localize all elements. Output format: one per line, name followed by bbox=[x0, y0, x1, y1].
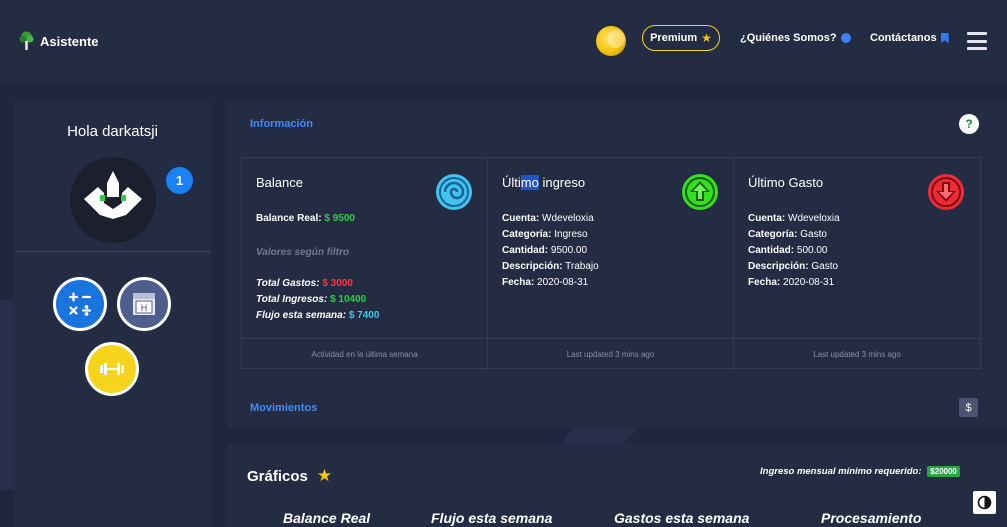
total-gastos-line: Total Gastos: $ 3000 bbox=[256, 278, 353, 289]
calendar-icon: H bbox=[133, 293, 155, 315]
total-gastos-value: $ 3000 bbox=[322, 278, 353, 289]
dumbbell-icon bbox=[100, 363, 124, 375]
expense-footer: Last updated 3 mins ago bbox=[734, 338, 980, 370]
arrow-up-icon bbox=[681, 173, 719, 211]
min-income-badge: $20000 bbox=[927, 466, 960, 477]
contrast-icon bbox=[977, 495, 992, 510]
arrow-down-icon bbox=[927, 173, 965, 211]
last-income-title: Último ingreso bbox=[502, 175, 586, 190]
balance-real-value: $ 9500 bbox=[324, 213, 355, 224]
flujo-line: Flujo esta semana: $ 7400 bbox=[256, 310, 379, 321]
filter-note: Valores según filtro bbox=[256, 247, 349, 258]
calendar-button[interactable]: H bbox=[117, 277, 171, 331]
expense-description-line: Descripción: Gasto bbox=[748, 261, 839, 272]
balance-title: Balance bbox=[256, 175, 303, 190]
information-title[interactable]: Información bbox=[250, 118, 313, 130]
information-card: Información ? Balance Balance Real: $ 95… bbox=[227, 101, 1007, 428]
star-icon[interactable]: ★ bbox=[317, 466, 332, 486]
income-account-line: Cuenta: Wdeveloxia bbox=[502, 213, 594, 224]
top-navbar: Asistente Premium ★ ¿Quiénes Somos? Cont… bbox=[0, 0, 1007, 84]
help-icon[interactable]: ? bbox=[959, 114, 979, 134]
globe-icon bbox=[840, 33, 851, 43]
balance-panel: Balance Balance Real: $ 9500 Valores seg… bbox=[242, 158, 488, 370]
income-date-line: Fecha: 2020-08-31 bbox=[502, 277, 589, 288]
notification-badge[interactable]: 1 bbox=[166, 167, 193, 194]
calculator-icon bbox=[68, 292, 92, 316]
star-icon: ★ bbox=[701, 31, 712, 45]
about-us-link[interactable]: ¿Quiénes Somos? bbox=[740, 32, 851, 44]
total-ingresos-line: Total Ingresos: $ 10400 bbox=[256, 294, 366, 305]
sidebar-divider bbox=[14, 251, 211, 252]
user-sidebar: Hola darkatsji 1 H bbox=[14, 101, 211, 527]
premium-label: Premium bbox=[650, 32, 698, 44]
flujo-label: Flujo esta semana: bbox=[256, 310, 347, 321]
contact-link[interactable]: Contáctanos bbox=[870, 32, 949, 44]
balance-real-line: Balance Real: $ 9500 bbox=[256, 213, 355, 224]
premium-button[interactable]: Premium ★ bbox=[642, 25, 720, 51]
chart-heading-flow: Flujo esta semana bbox=[431, 510, 553, 526]
min-income-requirement: Ingreso mensual mínimo requerido: $20000 bbox=[760, 466, 960, 477]
movements-link[interactable]: Movimientos bbox=[250, 402, 317, 414]
svg-text:H: H bbox=[141, 304, 148, 314]
brand-link[interactable]: Asistente bbox=[18, 31, 99, 51]
total-gastos-label: Total Gastos: bbox=[256, 278, 320, 289]
balance-real-label: Balance Real: bbox=[256, 213, 322, 224]
user-greeting: Hola darkatsji bbox=[67, 123, 158, 140]
avatar-arrows-icon bbox=[84, 171, 142, 219]
expense-amount-line: Cantidad: 500.00 bbox=[748, 245, 828, 256]
last-expense-title: Último Gasto bbox=[748, 175, 824, 190]
hamburger-menu-icon[interactable] bbox=[967, 32, 987, 50]
charts-card: Gráficos ★ Ingreso mensual mínimo requer… bbox=[227, 444, 1007, 527]
expense-category-line: Categoría: Gasto bbox=[748, 229, 827, 240]
calculator-button[interactable] bbox=[53, 277, 107, 331]
tree-logo-icon bbox=[19, 31, 34, 50]
last-expense-panel: Último Gasto Cuenta: Wdeveloxia Categorí… bbox=[734, 158, 980, 370]
dark-mode-moon-icon[interactable] bbox=[596, 26, 626, 56]
chart-heading-balance: Balance Real bbox=[283, 510, 371, 526]
charts-title: Gráficos ★ bbox=[247, 466, 332, 486]
charts-title-label: Gráficos bbox=[247, 467, 308, 485]
fitness-button[interactable] bbox=[85, 342, 139, 396]
swirl-icon bbox=[435, 173, 473, 211]
bookmark-icon bbox=[940, 32, 949, 44]
about-us-label: ¿Quiénes Somos? bbox=[740, 32, 837, 44]
expense-date-line: Fecha: 2020-08-31 bbox=[748, 277, 835, 288]
summary-panels: Balance Balance Real: $ 9500 Valores seg… bbox=[241, 157, 981, 370]
flujo-value: $ 7400 bbox=[348, 310, 380, 321]
contrast-toggle-button[interactable] bbox=[973, 491, 996, 514]
income-footer: Last updated 3 mins ago bbox=[488, 338, 733, 370]
last-income-panel: Último ingreso Cuenta: Wdeveloxia Catego… bbox=[488, 158, 734, 370]
brand-name: Asistente bbox=[40, 33, 99, 49]
min-income-label: Ingreso mensual mínimo requerido: bbox=[760, 466, 922, 477]
income-description-line: Descripción: Trabajo bbox=[502, 261, 599, 272]
chart-heading-processing: Procesamiento bbox=[821, 510, 922, 526]
income-category-line: Categoría: Ingreso bbox=[502, 229, 588, 240]
expense-account-line: Cuenta: Wdeveloxia bbox=[748, 213, 840, 224]
contact-label: Contáctanos bbox=[870, 32, 937, 44]
total-ingresos-label: Total Ingresos: bbox=[256, 294, 328, 305]
avatar[interactable] bbox=[70, 157, 156, 243]
chart-heading-expenses: Gastos esta semana bbox=[614, 510, 750, 526]
balance-footer: Actividad en la última semana bbox=[242, 338, 487, 370]
income-amount-line: Cantidad: 9500.00 bbox=[502, 245, 588, 256]
dollar-icon[interactable]: $ bbox=[959, 398, 978, 417]
total-ingresos-value: $ 10400 bbox=[330, 294, 367, 305]
